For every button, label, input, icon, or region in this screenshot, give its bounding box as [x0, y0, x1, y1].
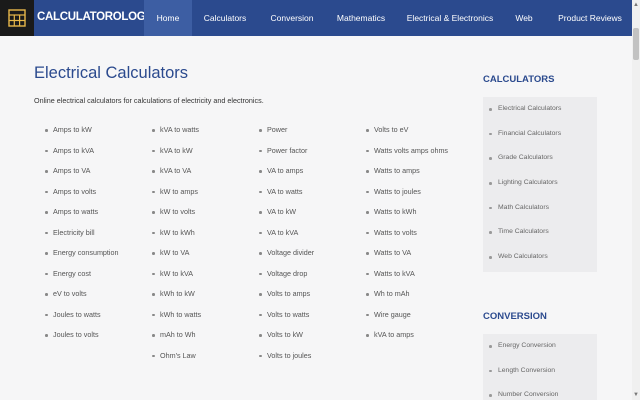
calc-link[interactable]: VA to watts [259, 186, 314, 207]
calc-link[interactable]: kVA to watts [152, 124, 201, 145]
calc-link[interactable]: Wh to mAh [366, 288, 448, 309]
calc-link[interactable]: Wire gauge [366, 309, 448, 330]
calc-link[interactable]: kVA to amps [366, 329, 448, 350]
nav-web[interactable]: Web [507, 0, 541, 36]
scroll-up-arrow-icon[interactable]: ▲ [632, 1, 640, 9]
calc-link[interactable]: Volts to joules [259, 350, 314, 371]
calc-link[interactable]: Amps to volts [45, 186, 119, 207]
sidebar-conversion-heading: CONVERSION [483, 311, 547, 322]
calc-link[interactable]: kW to kWh [152, 227, 201, 248]
calc-link[interactable]: Amps to kVA [45, 145, 119, 166]
page-title: Electrical Calculators [34, 64, 189, 82]
sidebar-calculators-list: Electrical Calculators Financial Calcula… [483, 97, 597, 272]
nav-calculators[interactable]: Calculators [196, 0, 254, 36]
calc-link[interactable]: Electricity bill [45, 227, 119, 248]
calc-link[interactable]: Amps to VA [45, 165, 119, 186]
calc-link[interactable]: Energy consumption [45, 247, 119, 268]
calc-link[interactable]: kWh to watts [152, 309, 201, 330]
calc-link[interactable]: kWh to kW [152, 288, 201, 309]
calc-link[interactable]: Power [259, 124, 314, 145]
scroll-thumb[interactable] [633, 28, 639, 60]
sidebar-calculators-heading: CALCULATORS [483, 74, 555, 85]
page-intro: Online electrical calculators for calcul… [34, 96, 264, 105]
sidebar-item-math[interactable]: Math Calculators [483, 196, 597, 221]
calc-link[interactable]: Watts to volts [366, 227, 448, 248]
calc-link[interactable]: Volts to eV [366, 124, 448, 145]
calc-link[interactable]: Watts to VA [366, 247, 448, 268]
calc-link[interactable]: kVA to VA [152, 165, 201, 186]
calc-link[interactable]: Joules to watts [45, 309, 119, 330]
calc-link[interactable]: mAh to Wh [152, 329, 201, 350]
calc-link[interactable]: VA to kW [259, 206, 314, 227]
calc-link[interactable]: Energy cost [45, 268, 119, 289]
nav-mathematics[interactable]: Mathematics [330, 0, 392, 36]
calc-link[interactable]: Watts to kVA [366, 268, 448, 289]
nav-product-reviews[interactable]: Product Reviews [556, 0, 624, 36]
scroll-down-arrow-icon[interactable]: ▼ [632, 391, 640, 399]
sidebar-item-energy-conversion[interactable]: Energy Conversion [483, 334, 597, 359]
calc-link[interactable]: kVA to kW [152, 145, 201, 166]
calc-link[interactable]: Power factor [259, 145, 314, 166]
page-scrollbar[interactable]: ▲ ▼ [632, 0, 640, 400]
calc-link[interactable]: eV to volts [45, 288, 119, 309]
calculator-list-column-3: Power Power factor VA to amps VA to watt… [259, 124, 314, 370]
calc-link[interactable]: Volts to amps [259, 288, 314, 309]
calc-link[interactable]: Amps to kW [45, 124, 119, 145]
calc-link[interactable]: Voltage divider [259, 247, 314, 268]
calc-link[interactable]: Watts to amps [366, 165, 448, 186]
nav-electrical-electronics[interactable]: Electrical & Electronics [404, 0, 496, 36]
calculator-list-column-1: Amps to kW Amps to kVA Amps to VA Amps t… [45, 124, 119, 350]
sidebar-item-grade[interactable]: Grade Calculators [483, 146, 597, 171]
calc-link[interactable]: VA to amps [259, 165, 314, 186]
sidebar-item-web[interactable]: Web Calculators [483, 245, 597, 270]
nav-conversion[interactable]: Conversion [263, 0, 321, 36]
calc-link[interactable]: Watts to joules [366, 186, 448, 207]
calculator-logo-icon [8, 9, 26, 27]
calc-link[interactable]: kW to amps [152, 186, 201, 207]
calc-link[interactable]: Amps to watts [45, 206, 119, 227]
sidebar-conversion-list: Energy Conversion Length Conversion Numb… [483, 334, 597, 400]
sidebar-item-financial[interactable]: Financial Calculators [483, 122, 597, 147]
calc-link[interactable]: Volts to kW [259, 329, 314, 350]
calculator-list-column-4: Volts to eV Watts volts amps ohms Watts … [366, 124, 448, 350]
sidebar-item-length-conversion[interactable]: Length Conversion [483, 359, 597, 384]
calc-link[interactable]: Watts to kWh [366, 206, 448, 227]
sidebar-item-electrical[interactable]: Electrical Calculators [483, 97, 597, 122]
nav-home[interactable]: Home [144, 0, 192, 36]
top-navbar: CALCULATOROLOGY Home Calculators Convers… [0, 0, 632, 36]
calc-link[interactable]: kW to VA [152, 247, 201, 268]
calc-link[interactable]: Joules to volts [45, 329, 119, 350]
site-name[interactable]: CALCULATOROLOGY [37, 11, 153, 23]
calc-link[interactable]: Volts to watts [259, 309, 314, 330]
calc-link[interactable]: Voltage drop [259, 268, 314, 289]
logo[interactable] [0, 0, 34, 36]
sidebar-item-time[interactable]: Time Calculators [483, 220, 597, 245]
calc-link[interactable]: kW to kVA [152, 268, 201, 289]
sidebar-item-lighting[interactable]: Lighting Calculators [483, 171, 597, 196]
calc-link[interactable]: Watts volts amps ohms [366, 145, 448, 166]
calculator-list-column-2: kVA to watts kVA to kW kVA to VA kW to a… [152, 124, 201, 370]
calc-link[interactable]: kW to volts [152, 206, 201, 227]
calc-link[interactable]: Ohm's Law [152, 350, 201, 371]
sidebar-item-number-conversion[interactable]: Number Conversion [483, 383, 597, 400]
calc-link[interactable]: VA to kVA [259, 227, 314, 248]
